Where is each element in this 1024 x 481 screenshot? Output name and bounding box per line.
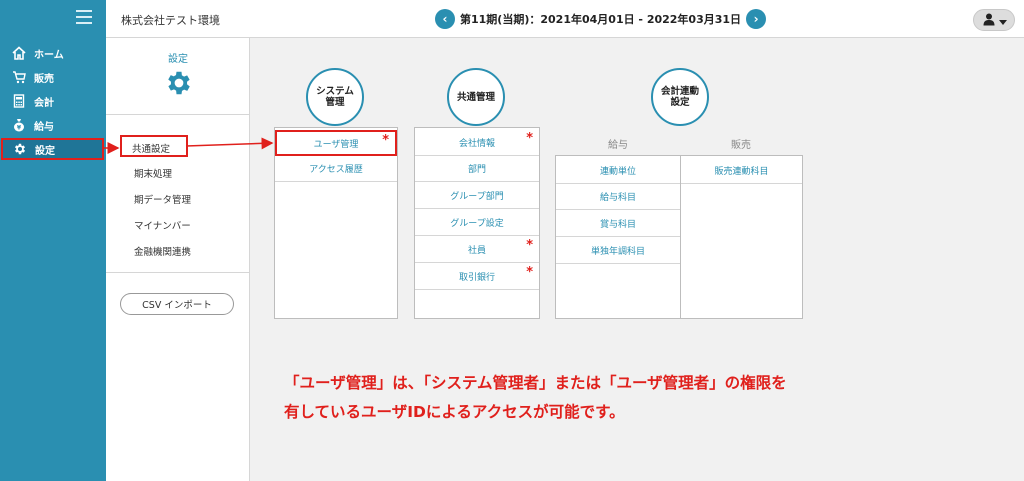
bonus-account-link[interactable]: 賞与科目: [556, 211, 680, 237]
salary-account-link[interactable]: 給与科目: [556, 184, 680, 210]
submenu-item-my-number[interactable]: マイナンバー: [134, 218, 191, 232]
link-label: 会社情報: [458, 139, 495, 149]
calculator-icon: [12, 94, 26, 108]
submenu-item-period-data[interactable]: 期データ管理: [134, 192, 191, 206]
group-title-line: 設定: [670, 97, 690, 108]
user-icon: [982, 11, 996, 30]
year-end-adjust-account-link[interactable]: 単独年調科目: [556, 238, 680, 264]
payroll-link-panel: 連動単位 給与科目 賞与科目 単独年調科目: [555, 155, 681, 319]
nav-item-label: ホーム: [34, 49, 64, 61]
submenu-item-bank-link[interactable]: 金融機関連携: [134, 244, 191, 258]
access-history-link[interactable]: アクセス履歴: [275, 156, 397, 182]
link-label: ユーザ管理: [313, 139, 359, 150]
submenu-item-year-end[interactable]: 期末処理: [134, 166, 172, 180]
group-settings-link[interactable]: グループ設定: [415, 210, 539, 236]
user-management-link[interactable]: ユーザ管理 *: [275, 130, 397, 156]
hamburger-menu-icon[interactable]: [76, 10, 92, 24]
required-star: *: [526, 131, 533, 146]
system-management-heading: システム 管理: [306, 68, 364, 126]
home-icon: [12, 46, 26, 60]
required-star: *: [382, 133, 389, 148]
employee-link[interactable]: 社員 *: [415, 237, 539, 263]
chevron-down-icon: [998, 11, 1007, 30]
csv-import-button[interactable]: CSV インポート: [120, 293, 234, 315]
settings-title: 設定: [168, 54, 188, 65]
notice-line: 「ユーザ管理」は、「システム管理者」または「ユーザ管理者」の権限を: [284, 374, 787, 392]
system-management-panel: ユーザ管理 * アクセス履歴: [274, 127, 398, 319]
permission-notice: 「ユーザ管理」は、「システム管理者」または「ユーザ管理者」の権限を 有しているユ…: [284, 369, 924, 427]
nav-item-label: 販売: [34, 73, 54, 85]
user-menu-button[interactable]: [973, 9, 1015, 31]
nav-item-payroll[interactable]: ¥ 給与: [0, 114, 106, 136]
submenu-item-common-settings[interactable]: 共通設定: [120, 135, 188, 157]
nav-item-settings[interactable]: 設定: [1, 138, 104, 160]
nav-item-home[interactable]: ホーム: [0, 42, 106, 64]
group-title-line: 管理: [325, 97, 345, 108]
period-label: 第11期(当期)：2021年04月01日 - 2022年03月31日: [460, 13, 742, 26]
gear-icon: [164, 68, 194, 98]
department-link[interactable]: 部門: [415, 156, 539, 182]
chevron-left-icon: ‹: [442, 12, 448, 26]
required-star: *: [526, 238, 533, 253]
top-bar: 株式会社テスト環境 ‹ 第11期(当期)：2021年04月01日 - 2022年…: [106, 0, 1024, 38]
gear-icon: [13, 142, 27, 156]
link-label: 取引銀行: [458, 273, 495, 283]
nav-item-sales[interactable]: 販売: [0, 66, 106, 88]
group-department-link[interactable]: グループ部門: [415, 183, 539, 209]
required-star: *: [526, 265, 533, 280]
sales-link-account-link[interactable]: 販売連動科目: [681, 158, 802, 184]
left-nav: ホーム 販売 会計 ¥ 給与 設定: [0, 0, 106, 481]
money-bag-icon: ¥: [12, 118, 26, 132]
sales-column-heading: 販売: [731, 140, 751, 151]
prev-period-button[interactable]: ‹: [435, 9, 455, 29]
period-selector: ‹ 第11期(当期)：2021年04月01日 - 2022年03月31日 ›: [435, 9, 767, 29]
nav-item-label: 設定: [35, 145, 55, 157]
link-unit-link[interactable]: 連動単位: [556, 158, 680, 184]
notice-line: 有しているユーザIDによるアクセスが可能です。: [284, 403, 625, 421]
cart-icon: [12, 70, 26, 84]
common-management-panel: 会社情報 * 部門 グループ部門 グループ設定 社員 * 取引銀行 *: [414, 127, 540, 319]
sales-link-panel: 販売連動科目: [680, 155, 803, 319]
nav-item-label: 給与: [34, 121, 54, 133]
link-label: 社員: [467, 246, 486, 256]
company-info-link[interactable]: 会社情報 *: [415, 130, 539, 156]
nav-item-accounting[interactable]: 会計: [0, 90, 106, 112]
group-title-line: 会計連動: [660, 86, 699, 97]
next-period-button[interactable]: ›: [746, 9, 767, 29]
divider: [106, 114, 250, 115]
bank-link[interactable]: 取引銀行 *: [415, 264, 539, 290]
divider: [106, 272, 250, 273]
common-management-heading: 共通管理: [447, 68, 505, 126]
settings-submenu: 設定 共通設定 期末処理 期データ管理 マイナンバー 金融機関連携 CSV イン…: [106, 38, 250, 481]
nav-item-label: 会計: [34, 97, 54, 109]
environment-name: 株式会社テスト環境: [121, 14, 220, 27]
group-title-line: システム: [316, 86, 354, 97]
accounting-link-heading: 会計連動 設定: [651, 68, 709, 126]
payroll-column-heading: 給与: [608, 140, 628, 151]
chevron-right-icon: ›: [753, 12, 759, 26]
